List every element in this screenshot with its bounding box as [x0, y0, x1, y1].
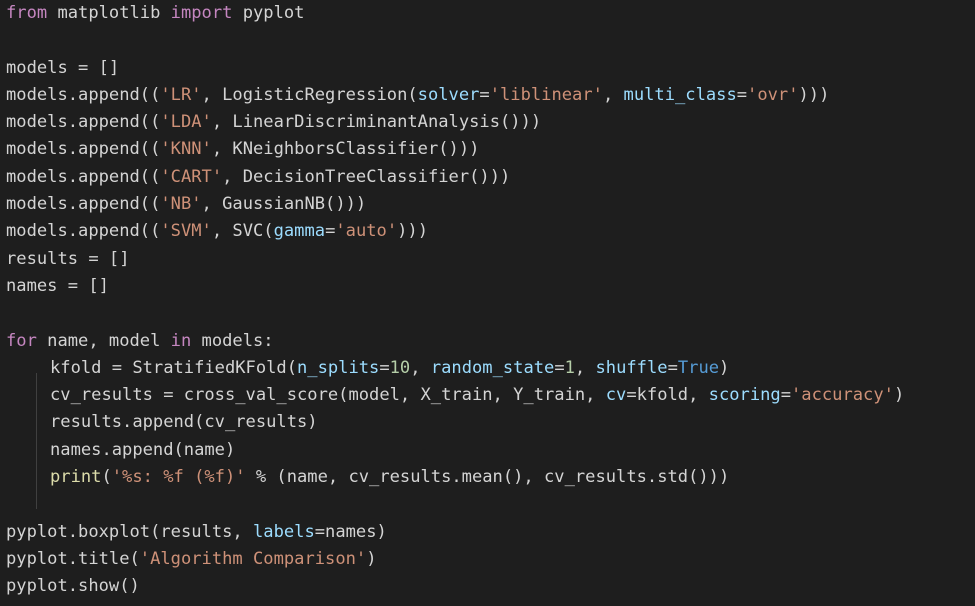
code-token: models:	[191, 330, 274, 351]
code-token: shuffle	[595, 357, 668, 378]
code-token: , LogisticRegression(	[201, 84, 418, 105]
code-token: results = []	[6, 248, 130, 269]
code-token: % (name, cv_results.mean(), cv_results.s…	[245, 467, 730, 488]
code-line[interactable]: cv_results = cross_val_score(model, X_tr…	[6, 382, 905, 428]
code-token: models.append((	[6, 84, 161, 105]
code-token: True	[677, 357, 720, 378]
code-token: cv_results = cross_val_score(model, X_tr…	[50, 385, 606, 406]
code-token: names.append(name)	[50, 439, 236, 460]
code-token: 'accuracy'	[791, 385, 894, 406]
code-token: 'Algorithm Comparison'	[139, 548, 367, 569]
code-token: models.append((	[6, 221, 161, 242]
code-token: =kfold,	[626, 385, 709, 406]
code-token: n_splits	[297, 357, 380, 378]
code-token: 1	[564, 357, 575, 378]
code-editor[interactable]: from matplotlib import pyplot models = […	[0, 0, 975, 606]
code-token: for	[6, 330, 37, 351]
code-line[interactable]: models.append(('KNN', KNeighborsClassifi…	[6, 136, 904, 163]
code-token: scoring	[708, 385, 781, 406]
code-token: name, model	[36, 330, 171, 351]
code-token: models.append((	[6, 166, 161, 187]
code-token: =	[479, 84, 490, 105]
code-line[interactable]: print('%s: %f (%f)' % (name, cv_results.…	[6, 464, 904, 510]
code-token: =	[667, 357, 678, 378]
code-token: print	[50, 467, 102, 488]
code-token: 'liblinear'	[489, 84, 603, 105]
code-token: in	[170, 330, 192, 351]
code-token: results.append(cv_results)	[50, 412, 318, 433]
code-token: 'KNN'	[160, 139, 212, 160]
code-line[interactable]: models.append(('NB', GaussianNB()))	[6, 191, 904, 218]
code-token: , LinearDiscriminantAnalysis()))	[211, 112, 542, 133]
code-line[interactable]: names = []	[6, 273, 904, 300]
code-token: , KNeighborsClassifier()))	[211, 139, 480, 160]
code-token: 'SVM'	[160, 221, 212, 242]
code-line[interactable]: models = []	[6, 55, 904, 82]
code-token: ,	[602, 84, 624, 105]
code-token: , DecisionTreeClassifier()))	[222, 166, 511, 187]
code-line[interactable]: pyplot.show()	[6, 573, 904, 600]
code-token: , GaussianNB()))	[201, 194, 367, 215]
code-line[interactable]: names.append(name)	[6, 437, 904, 483]
code-token: pyplot.title(	[6, 548, 140, 569]
code-token: )))	[397, 221, 428, 242]
code-token: import	[170, 3, 233, 23]
code-token: models.append((	[6, 194, 161, 215]
code-token: )	[719, 357, 730, 378]
code-token: 'ovr'	[747, 84, 799, 105]
code-token: ,	[410, 357, 431, 378]
code-token: solver	[417, 84, 480, 105]
code-token: )))	[798, 84, 830, 105]
code-token: '%s: %f (%f)'	[111, 467, 246, 488]
code-token: , SVC(	[211, 221, 274, 242]
code-token: =	[379, 357, 390, 378]
code-line[interactable]: models.append(('LR', LogisticRegression(…	[6, 82, 904, 109]
code-token: =	[325, 221, 336, 242]
code-line[interactable]: from matplotlib import pyplot	[6, 0, 904, 27]
code-line[interactable]	[6, 27, 904, 54]
code-token: 'auto'	[335, 221, 398, 242]
code-token: 'LR'	[160, 84, 202, 105]
code-line[interactable]: results.append(cv_results)	[6, 409, 904, 455]
code-token: 10	[389, 357, 411, 378]
code-token: =	[736, 84, 748, 105]
code-token: =	[554, 357, 565, 378]
code-token: from	[6, 3, 48, 23]
code-line[interactable]: results = []	[6, 246, 904, 273]
code-token: models.append((	[6, 112, 161, 133]
code-token: 'CART'	[160, 166, 223, 187]
code-token: multi_class	[623, 84, 737, 105]
code-line[interactable]: models.append(('CART', DecisionTreeClass…	[6, 164, 904, 191]
code-block[interactable]: from matplotlib import pyplot models = […	[6, 0, 904, 601]
code-line[interactable]: pyplot.boxplot(results, labels=names)	[6, 519, 904, 546]
code-token: pyplot.show()	[6, 576, 140, 597]
code-token: cv	[605, 385, 627, 406]
code-token: (	[101, 467, 112, 488]
code-line[interactable]: for name, model in models:	[6, 328, 904, 355]
code-line[interactable]: kfold = StratifiedKFold(n_splits=10, ran…	[6, 355, 904, 401]
code-token: pyplot	[232, 3, 305, 23]
code-line[interactable]: pyplot.title('Algorithm Comparison')	[6, 546, 904, 573]
code-token: matplotlib	[47, 3, 171, 23]
code-line[interactable]	[6, 491, 904, 518]
code-token: 'LDA'	[160, 112, 212, 133]
code-token: =	[780, 385, 792, 406]
code-token: names = []	[6, 275, 109, 296]
code-token: )	[893, 385, 905, 406]
code-token: 'NB'	[160, 194, 202, 215]
code-line[interactable]	[6, 300, 904, 327]
code-token: )	[366, 548, 377, 569]
code-token: models = []	[6, 57, 120, 78]
code-token: ,	[574, 357, 596, 378]
code-token: random_state	[430, 357, 555, 378]
code-token: =names)	[314, 521, 387, 542]
code-token: gamma	[273, 221, 326, 242]
code-token: pyplot.boxplot(results,	[6, 521, 253, 542]
code-token: labels	[253, 521, 315, 542]
code-token: models.append((	[6, 139, 161, 160]
code-line[interactable]: models.append(('LDA', LinearDiscriminant…	[6, 109, 904, 136]
code-token: kfold = StratifiedKFold(	[50, 357, 297, 378]
code-line[interactable]: models.append(('SVM', SVC(gamma='auto'))…	[6, 218, 904, 245]
